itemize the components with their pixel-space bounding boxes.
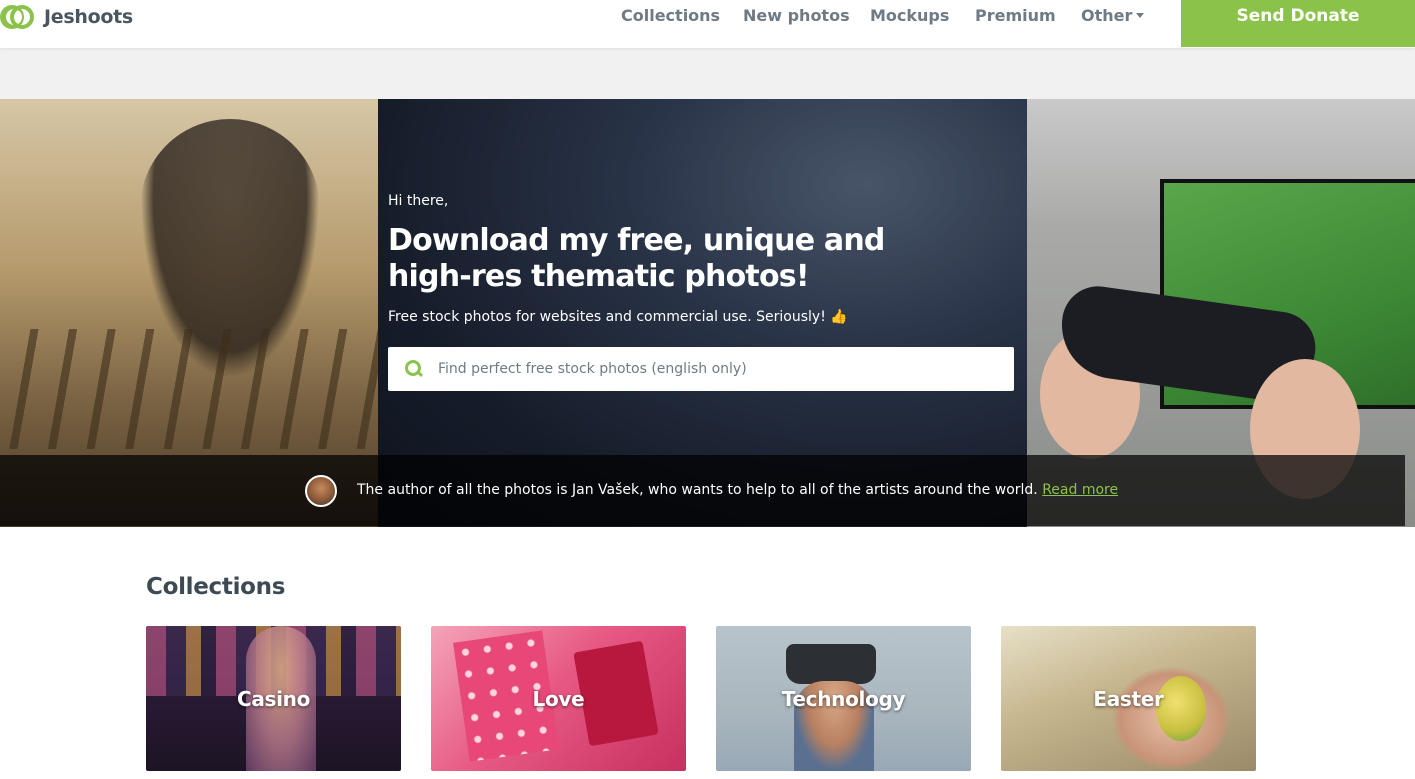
- author-avatar: [305, 475, 337, 507]
- nav-mockups[interactable]: Mockups: [870, 6, 949, 25]
- collection-card-love[interactable]: Love: [431, 626, 686, 771]
- collection-card-easter[interactable]: Easter: [1001, 626, 1256, 771]
- nav-collections[interactable]: Collections: [621, 6, 720, 25]
- site-header: Jeshoots Collections New photos Mockups …: [0, 0, 1415, 48]
- search-icon[interactable]: [405, 360, 423, 378]
- hero-banner: Hi there, Download my free, unique and h…: [0, 99, 1415, 527]
- collections-heading: Collections: [146, 574, 286, 600]
- hero-headline: Download my free, unique and high-res th…: [388, 223, 885, 294]
- nav-new-photos[interactable]: New photos: [743, 6, 850, 25]
- logo-text: Jeshoots: [44, 6, 133, 28]
- nav-other-label: Other: [1081, 6, 1133, 25]
- send-donate-button[interactable]: Send Donate: [1181, 0, 1415, 47]
- author-text: The author of all the photos is Jan Vaše…: [357, 482, 1118, 498]
- caret-down-icon: [1136, 12, 1145, 18]
- site-logo[interactable]: Jeshoots: [0, 2, 133, 32]
- collection-card-label: Easter: [1093, 686, 1164, 711]
- header-spacer: [0, 48, 1415, 99]
- collection-card-label: Casino: [236, 686, 311, 711]
- search-input[interactable]: [438, 349, 998, 389]
- collection-card-casino[interactable]: Casino: [146, 626, 401, 771]
- jeshoots-logo-icon: [0, 3, 36, 31]
- search-bar: [388, 347, 1014, 391]
- nav-premium[interactable]: Premium: [975, 6, 1056, 25]
- hero-greeting: Hi there,: [388, 193, 449, 209]
- author-description: The author of all the photos is Jan Vaše…: [357, 482, 1043, 498]
- collection-card-label: Love: [532, 686, 585, 711]
- collection-card-technology[interactable]: Technology: [716, 626, 971, 771]
- read-more-link[interactable]: Read more: [1042, 482, 1118, 498]
- collection-card-label: Technology: [781, 686, 906, 711]
- nav-other[interactable]: Other: [1081, 6, 1145, 25]
- author-bar: The author of all the photos is Jan Vaše…: [0, 455, 1405, 526]
- send-donate-label: Send Donate: [1236, 6, 1360, 26]
- hero-tagline: Free stock photos for websites and comme…: [388, 309, 848, 325]
